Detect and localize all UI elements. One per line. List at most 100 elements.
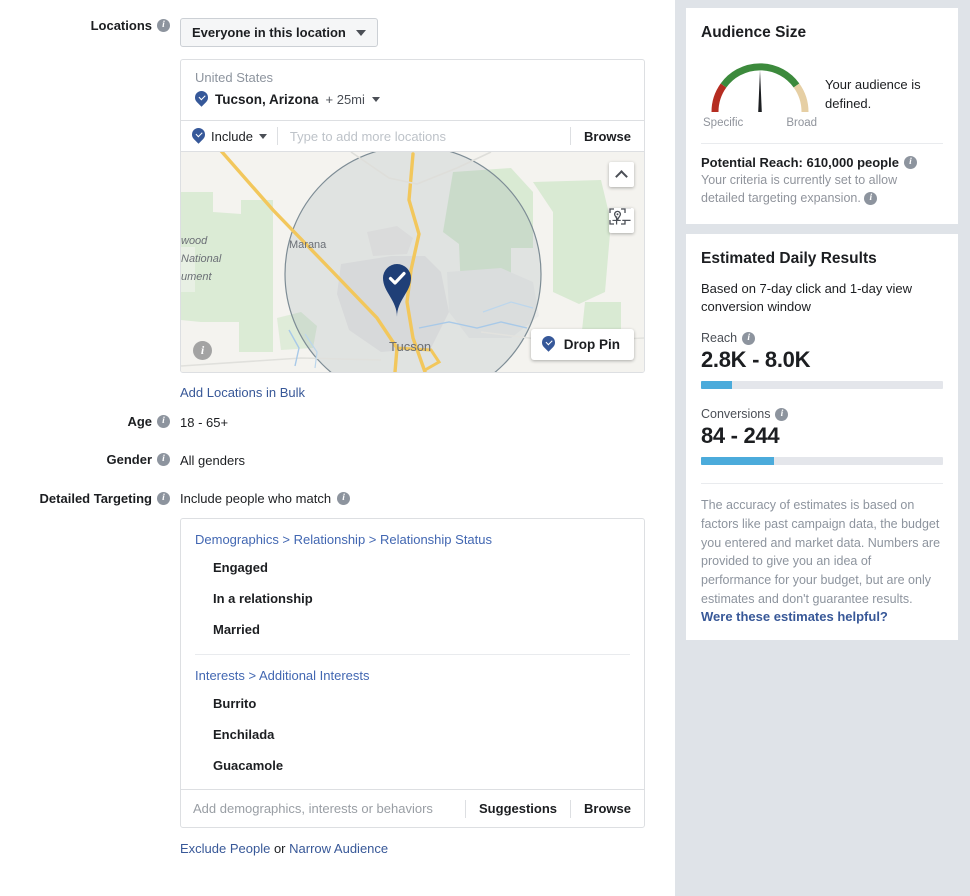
- detailed-targeting-footer: Suggestions Browse: [181, 789, 644, 827]
- targeting-bottom-links: Exclude People or Narrow Audience: [180, 841, 675, 856]
- metric-conversions-label-group: Conversions i: [701, 407, 943, 421]
- targeting-group-path[interactable]: Demographics > Relationship > Relationsh…: [195, 532, 630, 552]
- locate-pin-icon: [609, 208, 626, 225]
- svg-text:wood: wood: [181, 235, 208, 247]
- divider: [701, 143, 943, 144]
- targeting-item[interactable]: In a relationship: [195, 583, 630, 614]
- info-icon[interactable]: i: [157, 19, 170, 32]
- include-people-who-match-label-group: Include people who match i: [180, 491, 675, 506]
- locations-body: Everyone in this location United States …: [178, 18, 675, 400]
- targeting-group-path[interactable]: Interests > Additional Interests: [195, 668, 630, 688]
- info-icon[interactable]: i: [157, 415, 170, 428]
- chevron-down-icon[interactable]: [372, 97, 380, 102]
- locations-label-group: Locations i: [0, 18, 178, 33]
- gender-row: Gender i All genders: [0, 452, 675, 468]
- targeting-form-column: Locations i Everyone in this location Un…: [0, 0, 675, 896]
- locations-label: Locations: [91, 18, 152, 33]
- map-collapse-button[interactable]: [609, 162, 634, 187]
- estimates-helpful-link[interactable]: Were these estimates helpful?: [701, 609, 888, 624]
- info-icon[interactable]: i: [337, 492, 350, 505]
- location-scope-value: Everyone in this location: [192, 25, 346, 40]
- or-text: or: [270, 841, 289, 856]
- estimates-disclaimer: The accuracy of estimates is based on fa…: [701, 496, 943, 609]
- location-search-input[interactable]: [278, 129, 570, 144]
- detailed-targeting-input[interactable]: [181, 801, 465, 816]
- detailed-targeting-body: Include people who match i Demographics …: [178, 491, 675, 856]
- audience-size-card: Audience Size Specific Broad Your audien…: [686, 8, 958, 224]
- location-add-row: Include Browse: [181, 120, 644, 152]
- targeting-item[interactable]: Married: [195, 614, 630, 645]
- audience-defined-note: Your audience is defined.: [825, 54, 943, 114]
- estimates-sidebar: Audience Size Specific Broad Your audien…: [675, 0, 970, 896]
- metric-conversions: Conversions i 84 - 244: [701, 407, 943, 465]
- drop-pin-button[interactable]: Drop Pin: [531, 329, 634, 360]
- metric-reach-bar: [701, 381, 943, 389]
- map-town-label: Marana: [289, 239, 327, 251]
- location-scope-dropdown[interactable]: Everyone in this location: [180, 18, 378, 47]
- targeting-item[interactable]: Enchilada: [195, 719, 630, 750]
- info-icon[interactable]: i: [742, 332, 755, 345]
- metric-reach-label-group: Reach i: [701, 331, 943, 345]
- targeting-item[interactable]: Burrito: [195, 688, 630, 719]
- exclude-people-link[interactable]: Exclude People: [180, 841, 270, 856]
- location-country: United States: [181, 60, 644, 87]
- conversion-window-basis: Based on 7-day click and 1-day view conv…: [701, 280, 943, 318]
- divider: [701, 483, 943, 484]
- audience-gauge-row: Specific Broad Your audience is defined.: [701, 54, 943, 129]
- map-zoom-controls[interactable]: + −: [609, 208, 634, 233]
- narrow-audience-link[interactable]: Narrow Audience: [289, 841, 388, 856]
- chevron-up-icon: [615, 170, 628, 183]
- age-label: Age: [127, 414, 152, 429]
- chevron-down-icon: [259, 134, 267, 139]
- criteria-note: Your criteria is currently set to allow …: [701, 172, 943, 208]
- metric-conversions-bar: [701, 457, 943, 465]
- detailed-targeting-row: Detailed Targeting i Include people who …: [0, 491, 675, 856]
- info-icon[interactable]: i: [157, 453, 170, 466]
- info-icon[interactable]: i: [775, 408, 788, 421]
- chevron-down-icon: [356, 30, 366, 36]
- locations-box: United States Tucson, Arizona + 25mi Inc…: [180, 59, 645, 373]
- map-city-label: Tucson: [389, 339, 431, 354]
- location-chip-tucson[interactable]: Tucson, Arizona + 25mi: [181, 87, 644, 120]
- targeting-group: Interests > Additional Interests Burrito…: [195, 654, 630, 789]
- gauge-left-label: Specific: [703, 117, 743, 129]
- age-row: Age i 18 - 65+: [0, 414, 675, 430]
- location-map[interactable]: Marana wood National ument Tucson: [181, 152, 644, 372]
- gauge-icon: [701, 54, 819, 118]
- map-info-icon[interactable]: i: [193, 341, 212, 360]
- estimated-daily-results-title: Estimated Daily Results: [701, 250, 943, 268]
- include-exclude-dropdown[interactable]: Include: [181, 128, 277, 145]
- age-label-group: Age i: [0, 414, 178, 429]
- add-locations-in-bulk-link[interactable]: Add Locations in Bulk: [180, 385, 305, 400]
- suggestions-button[interactable]: Suggestions: [466, 801, 570, 816]
- include-label: Include: [211, 129, 253, 144]
- detailed-targeting-label-group: Detailed Targeting i: [0, 491, 178, 506]
- metric-reach-label: Reach: [701, 331, 737, 345]
- metric-conversions-bar-fill: [701, 457, 774, 465]
- svg-text:ument: ument: [181, 271, 213, 283]
- drop-pin-label: Drop Pin: [564, 337, 620, 352]
- gauge-right-label: Broad: [786, 117, 817, 129]
- gender-value[interactable]: All genders: [178, 452, 675, 468]
- targeting-item[interactable]: Engaged: [195, 552, 630, 583]
- map-pin-icon: [542, 336, 555, 353]
- metric-reach-bar-fill: [701, 381, 732, 389]
- metric-reach: Reach i 2.8K - 8.0K: [701, 331, 943, 389]
- info-icon[interactable]: i: [864, 192, 877, 205]
- detailed-targeting-browse-button[interactable]: Browse: [571, 801, 644, 816]
- gauge-labels: Specific Broad: [701, 117, 819, 129]
- gender-label: Gender: [106, 452, 152, 467]
- age-value[interactable]: 18 - 65+: [178, 414, 675, 430]
- include-people-who-match-label: Include people who match: [180, 491, 331, 506]
- targeting-item[interactable]: Guacamole: [195, 750, 630, 781]
- locations-browse-button[interactable]: Browse: [571, 129, 644, 144]
- potential-reach-line: Potential Reach: 610,000 people i: [701, 155, 943, 170]
- info-icon[interactable]: i: [157, 492, 170, 505]
- ad-set-targeting-page: Locations i Everyone in this location Un…: [0, 0, 970, 896]
- map-pin-icon: [192, 128, 205, 145]
- svg-text:National: National: [181, 253, 222, 265]
- detailed-targeting-label: Detailed Targeting: [40, 491, 152, 506]
- info-icon[interactable]: i: [904, 156, 917, 169]
- detailed-targeting-list[interactable]: Demographics > Relationship > Relationsh…: [181, 519, 644, 789]
- targeting-item[interactable]: Quesadilla: [195, 781, 630, 789]
